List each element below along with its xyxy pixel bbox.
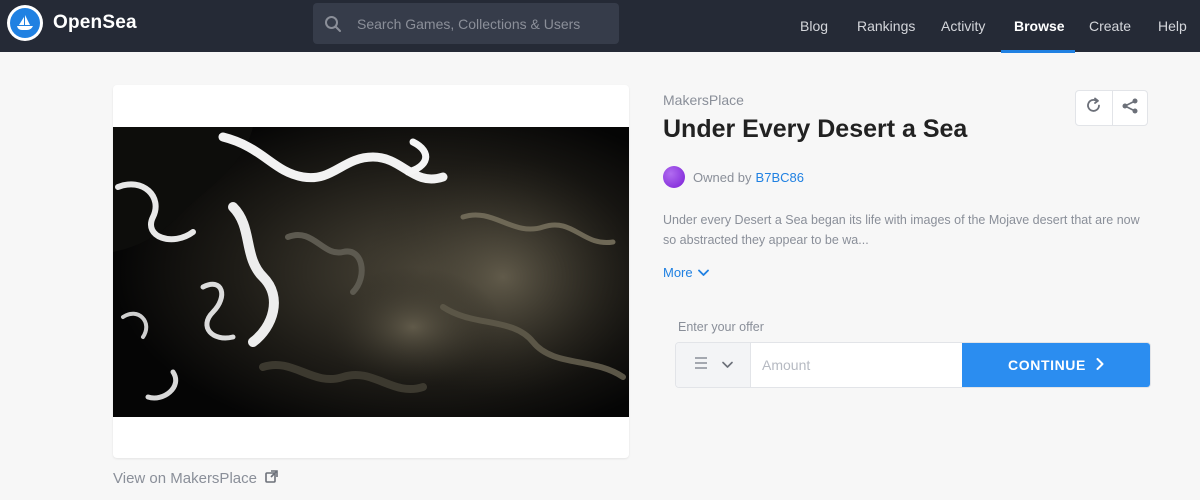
asset-description: Under every Desert a Sea began its life … <box>663 213 1140 247</box>
collection-link[interactable]: MakersPlace <box>663 92 744 108</box>
external-link-icon <box>265 470 278 487</box>
asset-actions <box>1075 90 1148 126</box>
chevron-down-icon <box>697 265 709 280</box>
top-nav-bar: OpenSea Blog Rankings Activity Browse Cr… <box>0 0 1200 53</box>
currency-select[interactable] <box>676 343 751 387</box>
continue-label: CONTINUE <box>1008 357 1086 373</box>
search-input[interactable] <box>353 15 603 32</box>
refresh-icon <box>1085 97 1102 119</box>
chevron-down-icon <box>721 356 733 374</box>
owned-by-label: Owned by <box>693 169 752 185</box>
owner-row: Owned by B7BC86 <box>663 166 804 188</box>
share-icon <box>1121 97 1139 120</box>
refresh-button[interactable] <box>1076 91 1112 125</box>
active-nav-indicator <box>1001 50 1075 53</box>
continue-button[interactable]: CONTINUE <box>962 343 1150 387</box>
nav-browse[interactable]: Browse <box>1014 0 1065 52</box>
menu-icon <box>694 356 708 375</box>
nav-activity[interactable]: Activity <box>941 0 985 52</box>
more-label: More <box>663 265 693 280</box>
chevron-right-icon <box>1096 357 1104 373</box>
offer-label: Enter your offer <box>678 320 764 334</box>
view-on-makersplace-link[interactable]: View on MakersPlace <box>113 470 278 487</box>
nav-rankings[interactable]: Rankings <box>857 0 915 52</box>
search-bar[interactable] <box>313 3 619 44</box>
view-link-label: View on MakersPlace <box>113 470 257 487</box>
more-button[interactable]: More <box>663 265 709 280</box>
brand-name: OpenSea <box>53 12 137 33</box>
asset-media-card <box>113 85 629 458</box>
opensea-logo <box>7 5 43 41</box>
offer-form: CONTINUE <box>675 342 1151 388</box>
brand-home-link[interactable]: OpenSea <box>7 5 137 41</box>
owner-avatar[interactable] <box>663 166 685 188</box>
owner-link[interactable]: B7BC86 <box>756 170 804 185</box>
nav-blog[interactable]: Blog <box>800 0 828 52</box>
share-button[interactable] <box>1111 91 1148 125</box>
asset-image[interactable] <box>113 127 629 417</box>
search-icon <box>313 15 353 33</box>
amount-input[interactable] <box>751 343 962 387</box>
nav-create[interactable]: Create <box>1089 0 1131 52</box>
asset-title: Under Every Desert a Sea <box>663 115 968 143</box>
nav-help[interactable]: Help <box>1158 0 1187 52</box>
